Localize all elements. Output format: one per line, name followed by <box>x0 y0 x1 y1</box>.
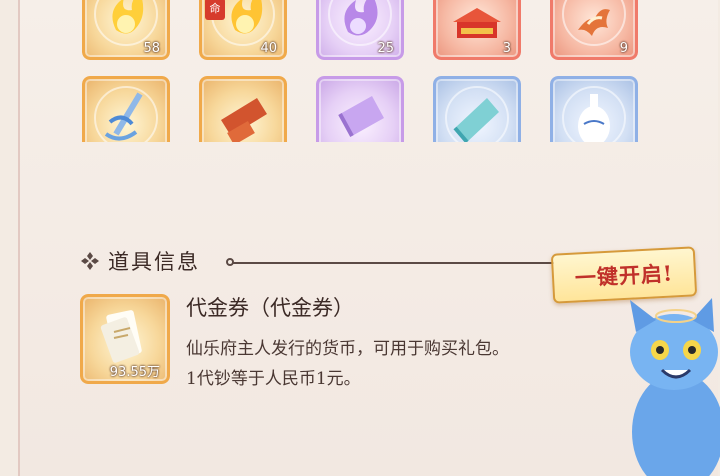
red-scroll-icon <box>221 98 267 142</box>
item-slot-violet-scroll[interactable] <box>316 76 404 142</box>
ember-dragon-icon <box>578 9 610 36</box>
item-count: 3 <box>502 41 511 56</box>
voucher-icon <box>100 310 142 363</box>
item-slot-frost-sword[interactable] <box>82 76 170 142</box>
seal-tag-icon: 命 <box>205 0 225 20</box>
open-all-label: 一键开启! <box>574 260 674 291</box>
item-count: 25 <box>377 41 394 56</box>
item-count: 9 <box>619 41 628 56</box>
porcelain-vase-icon <box>578 94 610 142</box>
description-line: 仙乐府主人发行的货币，可用于购买礼包。 <box>186 339 509 359</box>
detail-item-slot: 93.55万 <box>80 294 170 384</box>
violet-flame-icon <box>344 0 378 36</box>
item-slot-ember-dragon[interactable]: 9 <box>550 0 638 60</box>
item-slot-red-pavilion[interactable]: 3 <box>433 0 521 60</box>
frost-sword-icon <box>104 92 143 141</box>
section-title: 道具信息 <box>108 250 200 274</box>
item-name: 代金券（代金券） <box>186 296 354 320</box>
item-count: 58 <box>143 41 160 56</box>
item-count: 40 <box>260 41 277 56</box>
description-line: 1代钞等于人民币1元。 <box>186 369 361 389</box>
fire-orb-icon <box>112 0 144 34</box>
violet-scroll-icon <box>338 96 384 137</box>
item-slot-fire-orb[interactable]: 58 <box>82 0 170 60</box>
item-slot-violet-flame[interactable]: 25 <box>316 0 404 60</box>
section-header: 道具信息 <box>80 246 200 276</box>
item-slot-jade-scroll[interactable] <box>433 76 521 142</box>
seal-glyph: 命 <box>209 2 221 15</box>
red-pavilion-icon <box>453 8 501 38</box>
item-grid: 58 命 40 25 3 9 <box>0 0 720 142</box>
item-slot-fire-orb-seal[interactable]: 命 40 <box>199 0 287 60</box>
item-description: 仙乐府主人发行的货币，可用于购买礼包。 1代钞等于人民币1元。 <box>186 334 509 394</box>
item-slot-red-scroll[interactable] <box>199 76 287 142</box>
item-slot-porcelain-vase[interactable] <box>550 76 638 142</box>
jade-scroll-icon <box>453 98 499 142</box>
diamond-ornament-icon <box>81 252 99 270</box>
item-count: 93.55万 <box>109 365 160 380</box>
blue-cat-mascot-icon <box>630 298 720 476</box>
